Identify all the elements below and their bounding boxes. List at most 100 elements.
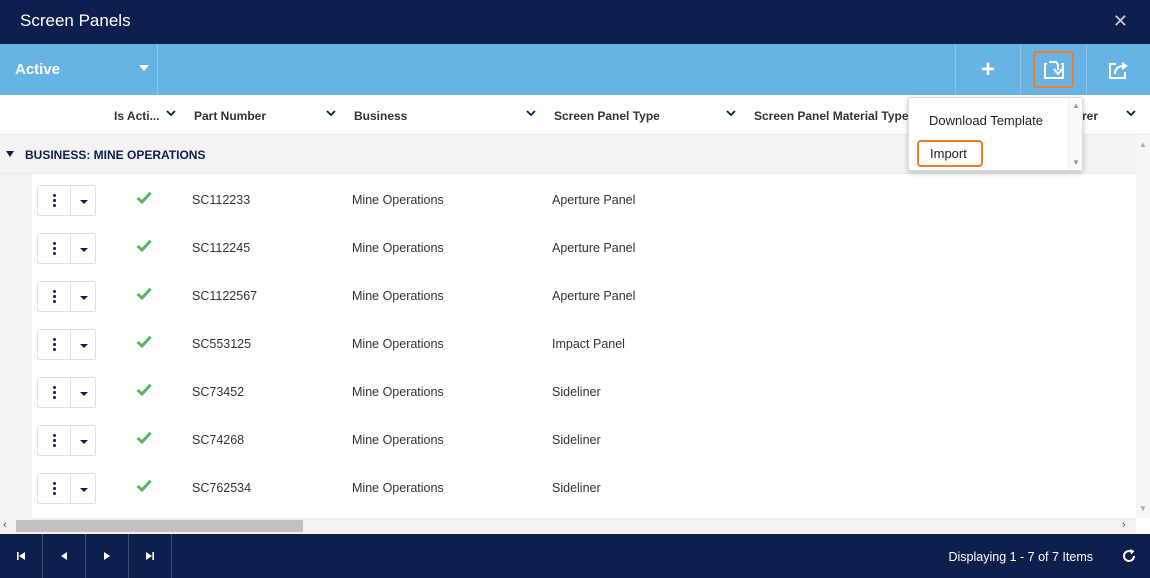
- table-row[interactable]: SC74268 Mine Operations Sideliner: [32, 415, 1136, 463]
- refresh-icon: [1122, 549, 1135, 562]
- row-actions-divider: [70, 330, 71, 359]
- chevron-down-icon[interactable]: [726, 108, 736, 118]
- scroll-up-icon[interactable]: ▲: [1072, 101, 1080, 110]
- row-actions-button[interactable]: [37, 329, 96, 360]
- caret-down-icon[interactable]: [80, 296, 88, 300]
- scroll-right-icon[interactable]: ›: [1122, 519, 1126, 531]
- caret-down-icon: [139, 65, 149, 71]
- column-header-screen-panel-type[interactable]: Screen Panel Type: [554, 109, 660, 123]
- table-row[interactable]: SC553125 Mine Operations Impact Panel: [32, 319, 1136, 367]
- cell-part-number: SC73452: [192, 385, 245, 399]
- row-actions-button[interactable]: [37, 377, 96, 408]
- scroll-left-icon[interactable]: ‹: [3, 519, 7, 531]
- cell-business: Mine Operations: [352, 481, 444, 495]
- caret-down-icon[interactable]: [80, 392, 88, 396]
- row-actions-button[interactable]: [37, 473, 96, 504]
- more-vertical-icon: [53, 386, 56, 401]
- cell-screen-panel-type: Sideliner: [552, 433, 601, 447]
- first-page-button[interactable]: [0, 534, 43, 578]
- column-header-part-number[interactable]: Part Number: [194, 109, 266, 123]
- cell-screen-panel-type: Aperture Panel: [552, 193, 636, 207]
- group-indent-column: [0, 174, 32, 518]
- chevron-down-icon[interactable]: [526, 108, 536, 118]
- menu-item-import[interactable]: Import: [917, 140, 983, 167]
- cell-part-number: SC553125: [192, 337, 252, 351]
- row-actions-button[interactable]: [37, 185, 96, 216]
- scroll-down-icon[interactable]: ▼: [1139, 504, 1147, 513]
- check-icon: [136, 431, 152, 444]
- export-button[interactable]: [1086, 44, 1150, 95]
- last-page-icon: [146, 552, 154, 560]
- column-header-screen-panel-material-type[interactable]: Screen Panel Material Type: [754, 109, 909, 123]
- table-row[interactable]: SC762534 Mine Operations Sideliner: [32, 463, 1136, 511]
- check-icon: [136, 479, 152, 492]
- caret-down-icon[interactable]: [80, 440, 88, 444]
- table-row[interactable]: SC112245 Mine Operations Aperture Panel: [32, 223, 1136, 271]
- chevron-down-icon[interactable]: [1126, 108, 1136, 118]
- cell-screen-panel-type: Impact Panel: [552, 337, 625, 351]
- caret-down-icon[interactable]: [80, 488, 88, 492]
- column-header-is-active[interactable]: Is Acti...: [114, 109, 160, 123]
- cell-part-number: SC112245: [192, 241, 251, 255]
- caret-down-icon[interactable]: [80, 248, 88, 252]
- menu-item-download-template[interactable]: Download Template: [929, 113, 1043, 128]
- chevron-down-icon[interactable]: [166, 108, 176, 118]
- table-row[interactable]: SC1122567 Mine Operations Aperture Panel: [32, 271, 1136, 319]
- caret-down-icon[interactable]: [80, 200, 88, 204]
- horizontal-scrollbar[interactable]: ‹ ›: [0, 518, 1136, 534]
- cell-business: Mine Operations: [352, 337, 444, 351]
- cell-business: Mine Operations: [352, 193, 444, 207]
- vertical-scrollbar[interactable]: ▲ ▼: [1136, 135, 1150, 518]
- table-row[interactable]: SC73452 Mine Operations Sideliner: [32, 367, 1136, 415]
- import-button-highlight: [1033, 51, 1074, 88]
- window-title: Screen Panels: [20, 11, 131, 30]
- cell-business: Mine Operations: [352, 241, 444, 255]
- previous-page-button[interactable]: [43, 534, 86, 578]
- row-actions-button[interactable]: [37, 425, 96, 456]
- toolbar: Active +: [0, 44, 1150, 95]
- row-actions-divider: [70, 282, 71, 311]
- status-filter-dropdown[interactable]: Active: [0, 44, 158, 95]
- refresh-button[interactable]: [1107, 534, 1150, 578]
- scroll-up-icon[interactable]: ▲: [1139, 140, 1147, 149]
- row-actions-divider: [70, 474, 71, 503]
- first-page-icon: [17, 552, 25, 560]
- collapse-triangle-icon[interactable]: [6, 151, 14, 157]
- more-vertical-icon: [53, 482, 56, 497]
- caret-down-icon[interactable]: [80, 344, 88, 348]
- row-actions-button[interactable]: [37, 233, 96, 264]
- status-filter-label: Active: [15, 61, 61, 78]
- menu-scrollbar[interactable]: ▲ ▼: [1068, 98, 1082, 170]
- chevron-down-icon[interactable]: [326, 108, 336, 118]
- next-page-button[interactable]: [86, 534, 129, 578]
- cell-screen-panel-type: Aperture Panel: [552, 241, 636, 255]
- more-vertical-icon: [53, 242, 56, 257]
- pager-info: Displaying 1 - 7 of 7 Items: [948, 550, 1093, 564]
- pager-bar: Displaying 1 - 7 of 7 Items: [0, 534, 1150, 578]
- share-export-icon: [1108, 61, 1128, 79]
- import-button[interactable]: [1020, 44, 1086, 95]
- plus-icon: +: [980, 55, 995, 83]
- row-actions-button[interactable]: [37, 281, 96, 312]
- cell-part-number: SC74268: [192, 433, 245, 447]
- more-vertical-icon: [53, 194, 56, 209]
- row-actions-divider: [70, 426, 71, 455]
- add-button[interactable]: +: [955, 44, 1020, 95]
- row-actions-divider: [70, 186, 71, 215]
- check-icon: [136, 287, 152, 300]
- grid-body: BUSINESS: MINE OPERATIONS SC112233 Mine O…: [0, 135, 1150, 518]
- cell-business: Mine Operations: [352, 385, 444, 399]
- window-title-bar: Screen Panels ✕: [0, 0, 1150, 44]
- next-page-icon: [104, 552, 110, 560]
- cell-screen-panel-type: Sideliner: [552, 385, 601, 399]
- more-vertical-icon: [53, 434, 56, 449]
- column-header-manufacturer[interactable]: rer: [1082, 109, 1098, 123]
- last-page-button[interactable]: [129, 534, 172, 578]
- close-icon[interactable]: ✕: [1113, 11, 1128, 32]
- table-row[interactable]: SC112233 Mine Operations Aperture Panel: [32, 175, 1136, 223]
- cell-business: Mine Operations: [352, 433, 444, 447]
- column-header-business[interactable]: Business: [354, 109, 407, 123]
- scroll-down-icon[interactable]: ▼: [1072, 158, 1080, 167]
- check-icon: [136, 239, 152, 252]
- horizontal-scroll-thumb[interactable]: [16, 520, 303, 532]
